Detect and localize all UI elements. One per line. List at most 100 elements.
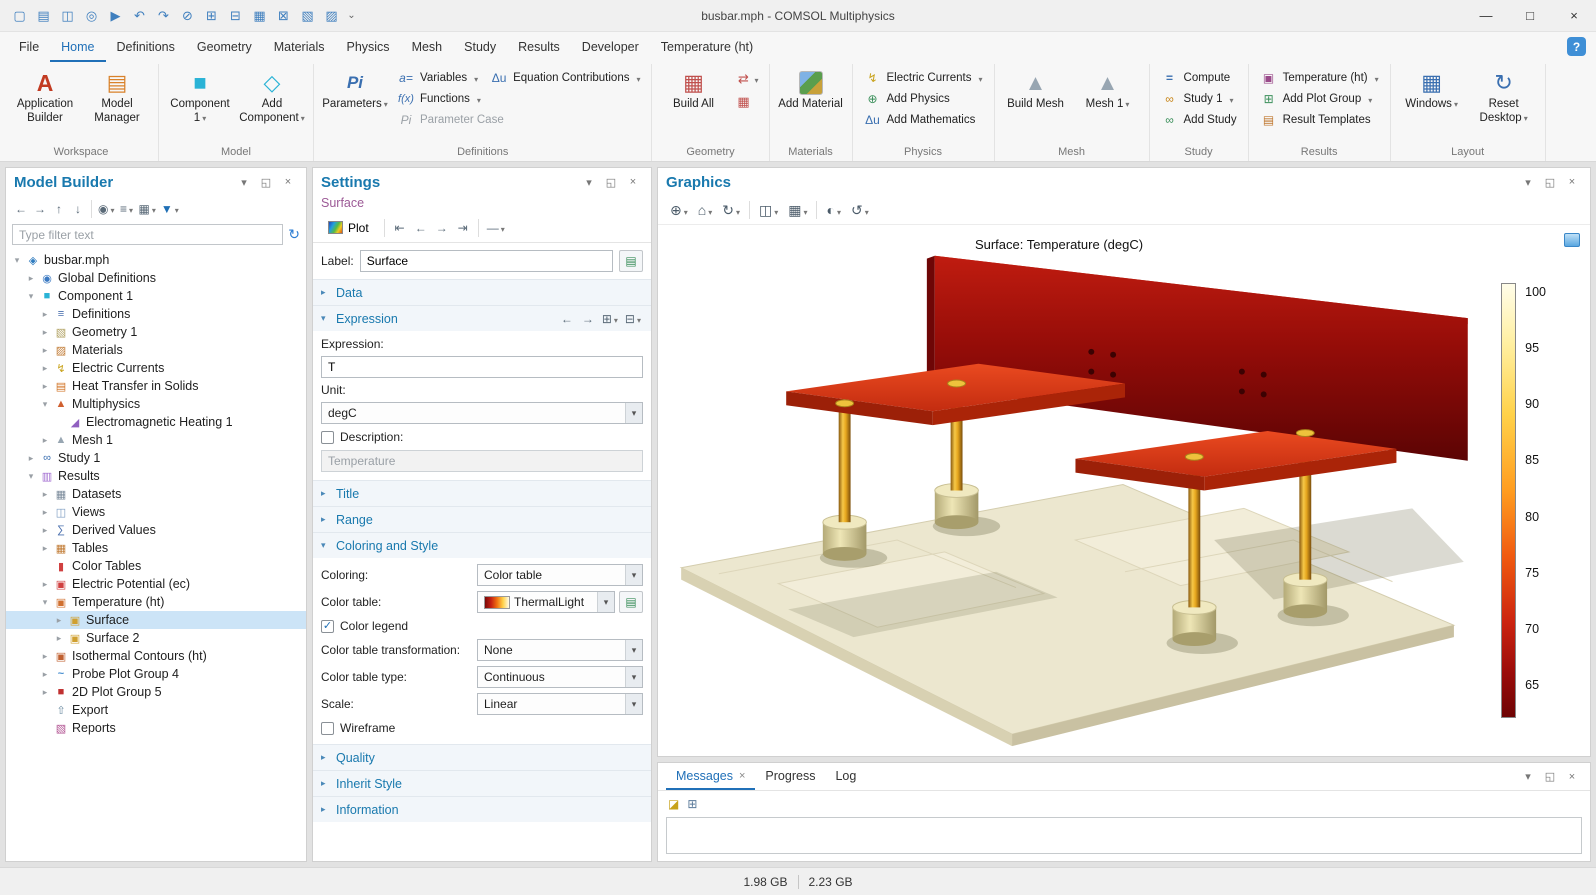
model-settings-icon[interactable]: ▧: [296, 4, 319, 27]
equation-contributions-button[interactable]: Δu Equation Contributions: [485, 69, 645, 87]
tree-item-study-1[interactable]: ▸∞Study 1: [6, 449, 306, 467]
light-icon[interactable]: ◐: [822, 199, 844, 221]
expand-caret[interactable]: ▸: [40, 489, 50, 500]
tree-item-temperature-ht[interactable]: ▾▣Temperature (ht): [6, 593, 306, 611]
tree-item-mesh-1[interactable]: ▸▲Mesh 1: [6, 431, 306, 449]
tree-item-electric-potential[interactable]: ▸▣Electric Potential (ec): [6, 575, 306, 593]
tree-item-2d-plot-group-5[interactable]: ▸■2D Plot Group 5: [6, 683, 306, 701]
expand-caret[interactable]: ▸: [40, 543, 50, 554]
tab-progress[interactable]: Progress: [755, 764, 825, 790]
messages-content[interactable]: [666, 817, 1582, 854]
panel-menu-icon[interactable]: ▾: [1518, 172, 1538, 192]
busbar-3d-model[interactable]: [658, 225, 1590, 756]
expand-caret[interactable]: ▸: [26, 273, 36, 284]
tree-item-results[interactable]: ▾▥Results: [6, 467, 306, 485]
tab-file[interactable]: File: [8, 34, 50, 62]
rotate-icon[interactable]: ↻: [718, 199, 744, 221]
tab-mesh[interactable]: Mesh: [401, 34, 454, 62]
tree-item-electric-currents[interactable]: ▸↯Electric Currents: [6, 359, 306, 377]
detach-panel-icon[interactable]: ◱: [601, 172, 621, 192]
add-material-button[interactable]: Add Material: [776, 66, 846, 116]
tree-item-surface[interactable]: ▸▣Surface: [6, 611, 306, 629]
variables-button[interactable]: a= Variables: [392, 69, 483, 87]
previous-expression-icon[interactable]: ←: [558, 309, 576, 329]
clipboard-icon[interactable]: [1564, 233, 1580, 247]
expand-caret[interactable]: ▸: [40, 507, 50, 518]
panel-menu-icon[interactable]: ▾: [234, 172, 254, 192]
image-table-icon[interactable]: ▦: [784, 199, 811, 221]
insert-expression-icon[interactable]: ⊟: [623, 309, 643, 329]
expand-caret[interactable]: ▸: [40, 651, 50, 662]
expand-caret[interactable]: ▸: [40, 525, 50, 536]
snapshot-icon[interactable]: ▨: [320, 4, 343, 27]
cut-icon[interactable]: ⊘: [176, 4, 199, 27]
add-plot-group-button[interactable]: ⊞ Add Plot Group: [1255, 90, 1384, 108]
delete-icon[interactable]: ⊠: [272, 4, 295, 27]
expand-caret[interactable]: ▾: [26, 471, 36, 482]
scale-select[interactable]: Linear: [477, 693, 643, 715]
tree-item-definitions[interactable]: ▸≡Definitions: [6, 305, 306, 323]
expand-caret[interactable]: ▸: [40, 309, 50, 320]
expand-caret[interactable]: ▾: [40, 399, 50, 410]
tree-item-reports[interactable]: ▧Reports: [6, 719, 306, 737]
expression-input[interactable]: [321, 356, 643, 378]
tab-study[interactable]: Study: [453, 34, 507, 62]
close-panel-icon[interactable]: ×: [1562, 172, 1582, 192]
tree-item-global-definitions[interactable]: ▸◉Global Definitions: [6, 269, 306, 287]
scene-icon[interactable]: ◫: [755, 199, 782, 221]
mesh-1-button[interactable]: ▲ Mesh 1: [1073, 66, 1143, 116]
expand-caret[interactable]: ▸: [40, 435, 50, 446]
tree-filter-input[interactable]: [12, 224, 283, 245]
compute-button[interactable]: = Compute: [1156, 69, 1242, 87]
tab-physics[interactable]: Physics: [335, 34, 400, 62]
tab-definitions[interactable]: Definitions: [106, 34, 186, 62]
description-checkbox[interactable]: [321, 431, 334, 444]
add-physics-button[interactable]: ⊕ Add Physics: [859, 90, 988, 108]
graphics-canvas[interactable]: Surface: Temperature (degC): [658, 224, 1590, 756]
reset-desktop-button[interactable]: ↻ Reset Desktop: [1469, 66, 1539, 130]
move-down-icon[interactable]: ↓: [69, 199, 87, 219]
expand-caret[interactable]: ▸: [40, 363, 50, 374]
section-quality[interactable]: Quality: [313, 744, 651, 770]
tree-item-export[interactable]: ⇧Export: [6, 701, 306, 719]
unit-select[interactable]: degC: [321, 402, 643, 424]
section-coloring-and-style[interactable]: Coloring and Style: [313, 532, 651, 558]
color-table-type-select[interactable]: Continuous: [477, 666, 643, 688]
component-1-button[interactable]: ■ Component 1: [165, 66, 235, 130]
plot-in-icon[interactable]: —: [485, 218, 507, 238]
help-icon[interactable]: ?: [1567, 37, 1586, 56]
close-panel-icon[interactable]: ×: [278, 172, 298, 192]
filter-icon[interactable]: ▼: [159, 199, 181, 219]
expand-options-icon[interactable]: ▦: [137, 199, 158, 219]
expand-caret[interactable]: ▸: [54, 633, 64, 644]
next-expression-icon[interactable]: →: [579, 309, 597, 329]
first-plot-icon[interactable]: ⇤: [391, 218, 409, 238]
tree-item-tables[interactable]: ▸▦Tables: [6, 539, 306, 557]
color-table-select[interactable]: ThermalLight: [477, 591, 615, 613]
temperature-ht-button[interactable]: ▣ Temperature (ht): [1255, 69, 1384, 87]
copy-icon[interactable]: ⊞: [200, 4, 223, 27]
coloring-select[interactable]: Color table: [477, 564, 643, 586]
tab-temperature-ht[interactable]: Temperature (ht): [650, 34, 764, 62]
transformation-select[interactable]: None: [477, 639, 643, 661]
zoom-icon[interactable]: ⊕: [666, 199, 692, 221]
default-view-icon[interactable]: ⌂: [694, 199, 716, 221]
tab-log[interactable]: Log: [825, 764, 866, 790]
forward-icon[interactable]: →: [31, 199, 49, 219]
last-plot-icon[interactable]: ⇥: [454, 218, 472, 238]
clear-messages-icon[interactable]: ◪: [668, 797, 679, 811]
panel-menu-icon[interactable]: ▾: [579, 172, 599, 192]
expand-caret[interactable]: ▾: [12, 255, 22, 266]
model-manager-button[interactable]: ▤ Model Manager: [82, 66, 152, 130]
customize-toolbar-icon[interactable]: ⌄: [344, 4, 359, 27]
add-mathematics-button[interactable]: Δu Add Mathematics: [859, 111, 988, 129]
tab-results[interactable]: Results: [507, 34, 571, 62]
tab-materials[interactable]: Materials: [263, 34, 336, 62]
label-input[interactable]: [360, 250, 613, 272]
back-icon[interactable]: ←: [12, 199, 30, 219]
tab-home[interactable]: Home: [50, 34, 105, 62]
tree-item-datasets[interactable]: ▸▦Datasets: [6, 485, 306, 503]
tree-item-geometry-1[interactable]: ▸▧Geometry 1: [6, 323, 306, 341]
duplicate-icon[interactable]: ▦: [248, 4, 271, 27]
add-expression-icon[interactable]: ⊞: [600, 309, 620, 329]
